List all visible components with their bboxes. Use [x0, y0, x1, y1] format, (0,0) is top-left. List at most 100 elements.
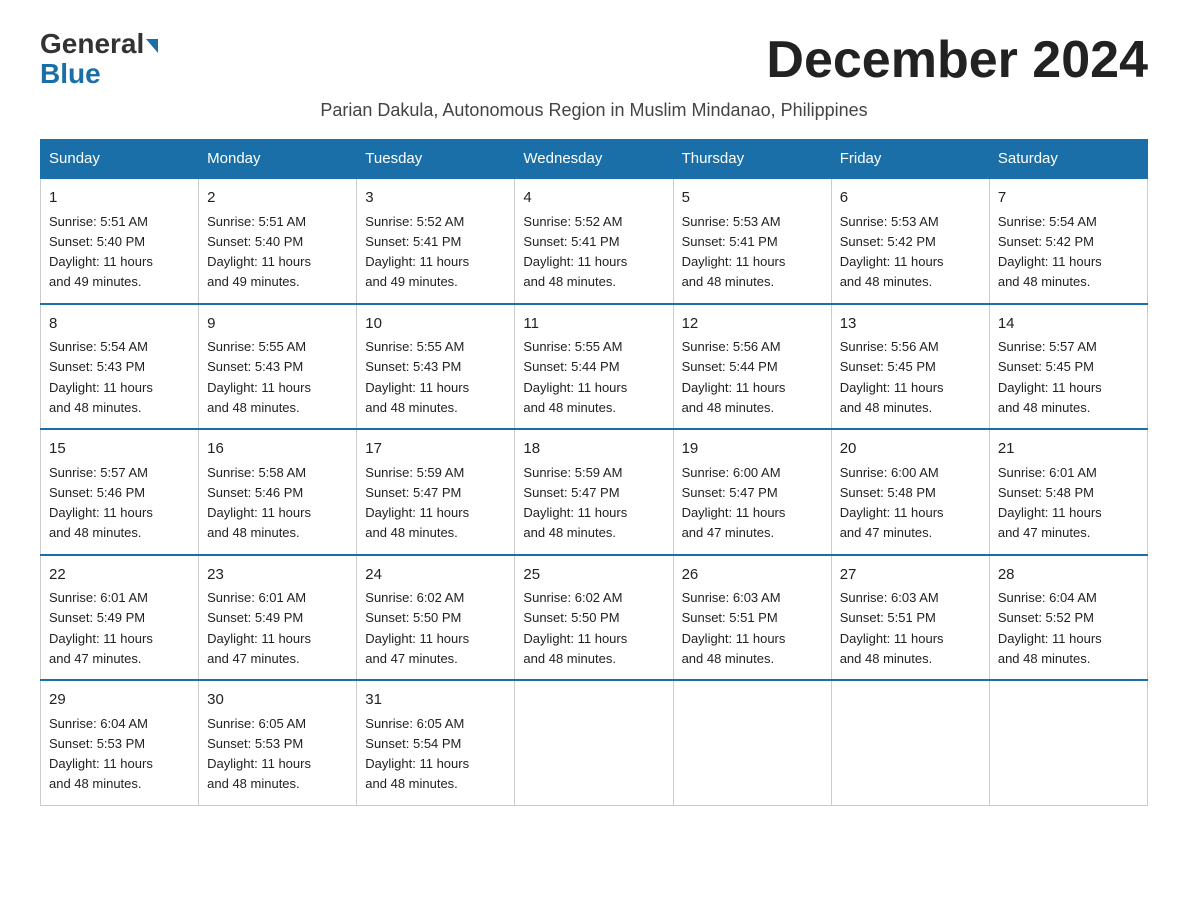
calendar-cell: 21 Sunrise: 6:01 AM Sunset: 5:48 PM Dayli…: [989, 429, 1147, 555]
day-number: 14: [998, 313, 1139, 336]
calendar-cell: 26 Sunrise: 6:03 AM Sunset: 5:51 PM Dayli…: [673, 555, 831, 681]
calendar-cell: 30Sunrise: 6:05 AM Sunset: 5:53 PM Dayli…: [199, 680, 357, 805]
logo-triangle-icon: [146, 39, 158, 53]
calendar-cell: 10 Sunrise: 5:55 AM Sunset: 5:43 PM Dayli…: [357, 304, 515, 430]
day-info: Sunrise: 5:52 AM Sunset: 5:41 PM Dayligh…: [523, 214, 627, 290]
day-info: Sunrise: 5:55 AM Sunset: 5:44 PM Dayligh…: [523, 339, 627, 415]
day-info: Sunrise: 6:01 AM Sunset: 5:48 PM Dayligh…: [998, 465, 1102, 541]
day-number: 30: [207, 689, 348, 712]
calendar-cell: 27 Sunrise: 6:03 AM Sunset: 5:51 PM Dayli…: [831, 555, 989, 681]
day-info: Sunrise: 5:54 AM Sunset: 5:43 PM Dayligh…: [49, 339, 153, 415]
day-number: 19: [682, 438, 823, 461]
day-number: 9: [207, 313, 348, 336]
day-info: Sunrise: 5:57 AM Sunset: 5:46 PM Dayligh…: [49, 465, 153, 541]
day-number: 22: [49, 564, 190, 587]
calendar-cell: 13 Sunrise: 5:56 AM Sunset: 5:45 PM Dayli…: [831, 304, 989, 430]
logo-general-line: General: [40, 30, 158, 58]
day-info: Sunrise: 5:56 AM Sunset: 5:45 PM Dayligh…: [840, 339, 944, 415]
day-info: Sunrise: 5:57 AM Sunset: 5:45 PM Dayligh…: [998, 339, 1102, 415]
day-info: Sunrise: 5:53 AM Sunset: 5:41 PM Dayligh…: [682, 214, 786, 290]
day-number: 18: [523, 438, 664, 461]
calendar-cell: 17Sunrise: 5:59 AM Sunset: 5:47 PM Dayli…: [357, 429, 515, 555]
calendar-cell: 23 Sunrise: 6:01 AM Sunset: 5:49 PM Dayli…: [199, 555, 357, 681]
day-number: 6: [840, 187, 981, 210]
logo-blue-text: Blue: [40, 60, 101, 88]
calendar-cell: 1Sunrise: 5:51 AM Sunset: 5:40 PM Daylig…: [41, 178, 199, 304]
day-number: 23: [207, 564, 348, 587]
day-info: Sunrise: 6:05 AM Sunset: 5:54 PM Dayligh…: [365, 716, 469, 792]
calendar-cell: 2 Sunrise: 5:51 AM Sunset: 5:40 PM Daylig…: [199, 178, 357, 304]
calendar-cell: 29Sunrise: 6:04 AM Sunset: 5:53 PM Dayli…: [41, 680, 199, 805]
day-number: 12: [682, 313, 823, 336]
day-number: 21: [998, 438, 1139, 461]
logo-area: General Blue: [40, 30, 158, 88]
calendar-table: SundayMondayTuesdayWednesdayThursdayFrid…: [40, 139, 1148, 806]
day-header-thursday: Thursday: [673, 140, 831, 179]
day-info: Sunrise: 5:59 AM Sunset: 5:47 PM Dayligh…: [523, 465, 627, 541]
calendar-cell: [989, 680, 1147, 805]
day-header-monday: Monday: [199, 140, 357, 179]
calendar-cell: 16Sunrise: 5:58 AM Sunset: 5:46 PM Dayli…: [199, 429, 357, 555]
calendar-cell: 31Sunrise: 6:05 AM Sunset: 5:54 PM Dayli…: [357, 680, 515, 805]
calendar-cell: 11Sunrise: 5:55 AM Sunset: 5:44 PM Dayli…: [515, 304, 673, 430]
day-header-sunday: Sunday: [41, 140, 199, 179]
day-info: Sunrise: 5:59 AM Sunset: 5:47 PM Dayligh…: [365, 465, 469, 541]
calendar-week-4: 22 Sunrise: 6:01 AM Sunset: 5:49 PM Dayli…: [41, 555, 1148, 681]
calendar-cell: 6 Sunrise: 5:53 AM Sunset: 5:42 PM Daylig…: [831, 178, 989, 304]
page-title: December 2024: [766, 30, 1148, 90]
logo-general-text: General: [40, 28, 158, 59]
day-info: Sunrise: 6:03 AM Sunset: 5:51 PM Dayligh…: [840, 590, 944, 666]
calendar-week-2: 8 Sunrise: 5:54 AM Sunset: 5:43 PM Daylig…: [41, 304, 1148, 430]
subtitle: Parian Dakula, Autonomous Region in Musl…: [40, 100, 1148, 121]
header-area: General Blue December 2024: [40, 30, 1148, 90]
day-number: 24: [365, 564, 506, 587]
day-info: Sunrise: 5:55 AM Sunset: 5:43 PM Dayligh…: [365, 339, 469, 415]
day-info: Sunrise: 6:03 AM Sunset: 5:51 PM Dayligh…: [682, 590, 786, 666]
day-info: Sunrise: 6:01 AM Sunset: 5:49 PM Dayligh…: [207, 590, 311, 666]
calendar-cell: 12Sunrise: 5:56 AM Sunset: 5:44 PM Dayli…: [673, 304, 831, 430]
day-number: 25: [523, 564, 664, 587]
day-info: Sunrise: 5:58 AM Sunset: 5:46 PM Dayligh…: [207, 465, 311, 541]
day-number: 15: [49, 438, 190, 461]
day-number: 20: [840, 438, 981, 461]
day-header-friday: Friday: [831, 140, 989, 179]
day-info: Sunrise: 6:02 AM Sunset: 5:50 PM Dayligh…: [365, 590, 469, 666]
calendar-cell: 9 Sunrise: 5:55 AM Sunset: 5:43 PM Daylig…: [199, 304, 357, 430]
day-number: 2: [207, 187, 348, 210]
day-number: 5: [682, 187, 823, 210]
day-info: Sunrise: 6:01 AM Sunset: 5:49 PM Dayligh…: [49, 590, 153, 666]
calendar-cell: 28Sunrise: 6:04 AM Sunset: 5:52 PM Dayli…: [989, 555, 1147, 681]
calendar-cell: 8 Sunrise: 5:54 AM Sunset: 5:43 PM Daylig…: [41, 304, 199, 430]
calendar-week-5: 29Sunrise: 6:04 AM Sunset: 5:53 PM Dayli…: [41, 680, 1148, 805]
calendar-body: 1Sunrise: 5:51 AM Sunset: 5:40 PM Daylig…: [41, 178, 1148, 805]
calendar-week-3: 15 Sunrise: 5:57 AM Sunset: 5:46 PM Dayli…: [41, 429, 1148, 555]
calendar-week-1: 1Sunrise: 5:51 AM Sunset: 5:40 PM Daylig…: [41, 178, 1148, 304]
day-info: Sunrise: 5:52 AM Sunset: 5:41 PM Dayligh…: [365, 214, 469, 290]
day-number: 29: [49, 689, 190, 712]
day-number: 4: [523, 187, 664, 210]
calendar-cell: 14 Sunrise: 5:57 AM Sunset: 5:45 PM Dayli…: [989, 304, 1147, 430]
day-number: 7: [998, 187, 1139, 210]
day-header-tuesday: Tuesday: [357, 140, 515, 179]
day-info: Sunrise: 5:51 AM Sunset: 5:40 PM Dayligh…: [49, 214, 153, 290]
day-number: 28: [998, 564, 1139, 587]
day-number: 27: [840, 564, 981, 587]
day-number: 10: [365, 313, 506, 336]
day-header-saturday: Saturday: [989, 140, 1147, 179]
calendar-cell: 4 Sunrise: 5:52 AM Sunset: 5:41 PM Daylig…: [515, 178, 673, 304]
day-info: Sunrise: 6:00 AM Sunset: 5:47 PM Dayligh…: [682, 465, 786, 541]
calendar-cell: 19 Sunrise: 6:00 AM Sunset: 5:47 PM Dayli…: [673, 429, 831, 555]
calendar-header: SundayMondayTuesdayWednesdayThursdayFrid…: [41, 140, 1148, 179]
calendar-cell: 3Sunrise: 5:52 AM Sunset: 5:41 PM Daylig…: [357, 178, 515, 304]
day-info: Sunrise: 6:02 AM Sunset: 5:50 PM Dayligh…: [523, 590, 627, 666]
day-info: Sunrise: 5:53 AM Sunset: 5:42 PM Dayligh…: [840, 214, 944, 290]
day-info: Sunrise: 6:00 AM Sunset: 5:48 PM Dayligh…: [840, 465, 944, 541]
day-info: Sunrise: 5:51 AM Sunset: 5:40 PM Dayligh…: [207, 214, 311, 290]
calendar-cell: 20 Sunrise: 6:00 AM Sunset: 5:48 PM Dayli…: [831, 429, 989, 555]
day-info: Sunrise: 5:54 AM Sunset: 5:42 PM Dayligh…: [998, 214, 1102, 290]
calendar-cell: [673, 680, 831, 805]
day-info: Sunrise: 5:55 AM Sunset: 5:43 PM Dayligh…: [207, 339, 311, 415]
day-number: 26: [682, 564, 823, 587]
day-number: 13: [840, 313, 981, 336]
day-number: 8: [49, 313, 190, 336]
